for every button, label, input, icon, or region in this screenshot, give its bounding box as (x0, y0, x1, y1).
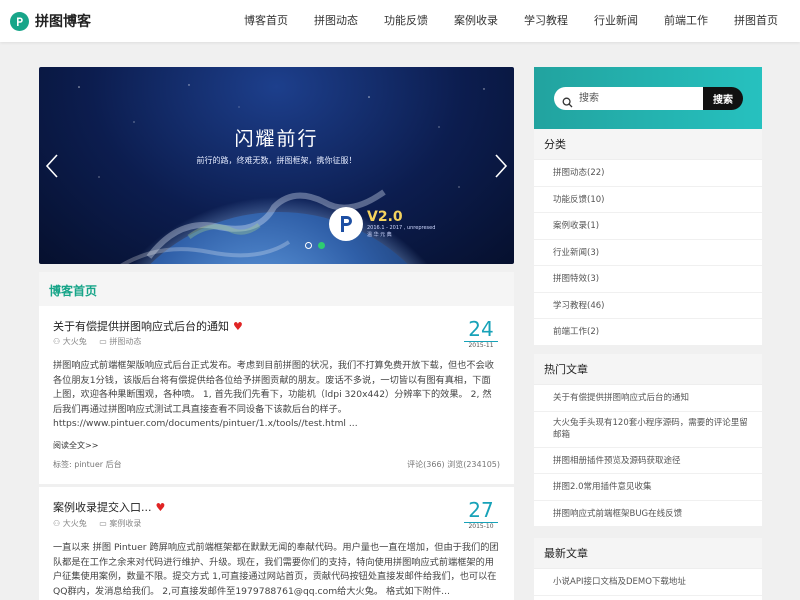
slider-dots (305, 242, 331, 249)
post-meta: ⚇ 大火兔 ▭ 拼图动态 (53, 336, 141, 347)
hot-article-item[interactable]: 拼图响应式前端框架BUG在线反馈 (534, 501, 762, 527)
latest-articles-panel: 最新文章 小说API接口文档及DEMO下载地址 (534, 538, 762, 600)
post-year-month: 2015-11 (468, 342, 494, 349)
post-title[interactable]: 案例收录提交入口... (53, 501, 152, 514)
category-item[interactable]: 案例收录(1) (534, 213, 762, 240)
search-icon (562, 93, 573, 112)
category-item[interactable]: 功能反馈(10) (534, 187, 762, 213)
post-day: 27 (468, 498, 494, 522)
search-input[interactable] (579, 91, 699, 106)
section-title: 博客首页 (49, 284, 98, 298)
post-title-wrap: 案例收录提交入口... ♥ (53, 499, 165, 515)
version-badge: V2.0 2016.1 - 2017 , unrepresed 温 华 元 典 (329, 207, 435, 241)
nav-blog-home[interactable]: 博客首页 (244, 0, 288, 42)
badge-version: V2.0 (367, 208, 403, 225)
user-icon: ⚇ (53, 519, 61, 528)
post-excerpt: 一直以来 拼图 Pintuer 跨屏响应式前端框架都在默默无闻的奉献代码。用户量… (53, 542, 499, 597)
badge-caption: 2016.1 - 2017 , unrepresed (367, 224, 436, 231)
pintuer-logo-icon (329, 207, 363, 241)
search-field (554, 87, 703, 110)
post-author[interactable]: 大火兔 (63, 337, 87, 346)
main-nav: 博客首页 拼图动态 功能反馈 案例收录 学习教程 行业新闻 前端工作 拼图首页 (244, 0, 800, 42)
hot-article-item[interactable]: 关于有偿提供拼图响应式后台的通知 (534, 385, 762, 412)
post-stats: 评论(366) 浏览(234105) (407, 460, 500, 469)
section-header: 博客首页 (39, 272, 514, 306)
top-header: 拼图博客 博客首页 拼图动态 功能反馈 案例收录 学习教程 行业新闻 前端工作 … (0, 0, 800, 42)
category-item[interactable]: 前端工作(2) (534, 319, 762, 346)
categories-panel: 分类 拼图动态(22) 功能反馈(10) 案例收录(1) 行业新闻(3) 拼图特… (534, 129, 762, 346)
hot-article-item[interactable]: 大火兔手头现有120套小程序源码，需要的评论里留邮箱 (534, 412, 762, 448)
slide-subtitle: 前行的路，终难无数，拼图框架，携你征服！ (196, 156, 357, 165)
logo-text: 拼图博客 (35, 14, 91, 30)
nav-pintuer-news[interactable]: 拼图动态 (314, 0, 358, 42)
post-category[interactable]: 案例收录 (109, 519, 141, 528)
nav-feedback[interactable]: 功能反馈 (384, 0, 428, 42)
prev-slide-icon[interactable] (44, 153, 60, 179)
badge-caption-2: 温 华 元 典 (367, 231, 392, 238)
hot-article-item[interactable]: 拼图相册插件预览及源码获取途径 (534, 448, 762, 474)
hot-article-item[interactable]: 拼图2.0常用插件意见收集 (534, 474, 762, 501)
category-item[interactable]: 拼图特效(3) (534, 266, 762, 293)
search-panel: 搜索 (534, 67, 762, 129)
post-meta: ⚇ 大火兔 ▭ 案例收录 (53, 518, 141, 529)
site-logo[interactable]: 拼图博客 (10, 11, 91, 31)
nav-cases[interactable]: 案例收录 (454, 0, 498, 42)
nav-pintuer-home[interactable]: 拼图首页 (734, 0, 778, 42)
user-icon: ⚇ (53, 337, 61, 346)
hot-articles-panel: 热门文章 关于有偿提供拼图响应式后台的通知 大火兔手头现有120套小程序源码，需… (534, 354, 762, 527)
category-item[interactable]: 拼图动态(22) (534, 160, 762, 187)
read-more-link[interactable]: 阅读全文>> (53, 440, 98, 451)
nav-tutorials[interactable]: 学习教程 (524, 0, 568, 42)
post-author[interactable]: 大火兔 (63, 519, 87, 528)
post-year-month: 2015-10 (468, 523, 494, 530)
category-item[interactable]: 学习教程(46) (534, 293, 762, 319)
panel-title: 热门文章 (534, 354, 762, 385)
slider-dot-active[interactable] (318, 242, 325, 249)
nav-industry-news[interactable]: 行业新闻 (594, 0, 638, 42)
category-item[interactable]: 行业新闻(3) (534, 240, 762, 266)
heart-icon: ♥ (155, 501, 166, 514)
post-card: 案例收录提交入口... ♥ ⚇ 大火兔 ▭ 案例收录 27 2015-10 一直以… (39, 487, 514, 600)
category-icon: ▭ (99, 519, 107, 528)
nav-frontend-jobs[interactable]: 前端工作 (664, 0, 708, 42)
slider-dot[interactable] (305, 242, 312, 249)
search-button[interactable]: 搜索 (703, 87, 743, 110)
post-title[interactable]: 关于有偿提供拼图响应式后台的通知 (53, 320, 229, 333)
slide-title: 闪耀前行 (234, 128, 319, 150)
post-title-wrap: 关于有偿提供拼图响应式后台的通知 ♥ (53, 318, 243, 334)
heart-icon: ♥ (233, 320, 243, 333)
post-card: 关于有偿提供拼图响应式后台的通知 ♥ ⚇ 大火兔 ▭ 拼图动态 24 2015-1… (39, 306, 514, 484)
panel-title: 分类 (534, 129, 762, 160)
panel-title: 最新文章 (534, 538, 762, 569)
post-category[interactable]: 拼图动态 (109, 337, 141, 346)
post-day: 24 (468, 317, 494, 341)
latest-article-item[interactable]: 小说API接口文档及DEMO下载地址 (534, 569, 762, 596)
next-slide-icon[interactable] (493, 153, 509, 179)
hero-slider: 闪耀前行 前行的路，终难无数，拼图框架，携你征服！ V2.0 2016.1 - … (39, 67, 514, 264)
post-date: 24 2015-11 (464, 318, 498, 349)
logo-icon (10, 11, 29, 31)
post-date: 27 2015-10 (464, 499, 498, 530)
category-icon: ▭ (99, 337, 107, 346)
post-tags: 标签: pintuer 后台 (53, 460, 122, 469)
post-excerpt: 拼图响应式前端框架版响应式后台正式发布。考虑到目前拼图的状况，我们不打算免费开放… (53, 360, 494, 429)
